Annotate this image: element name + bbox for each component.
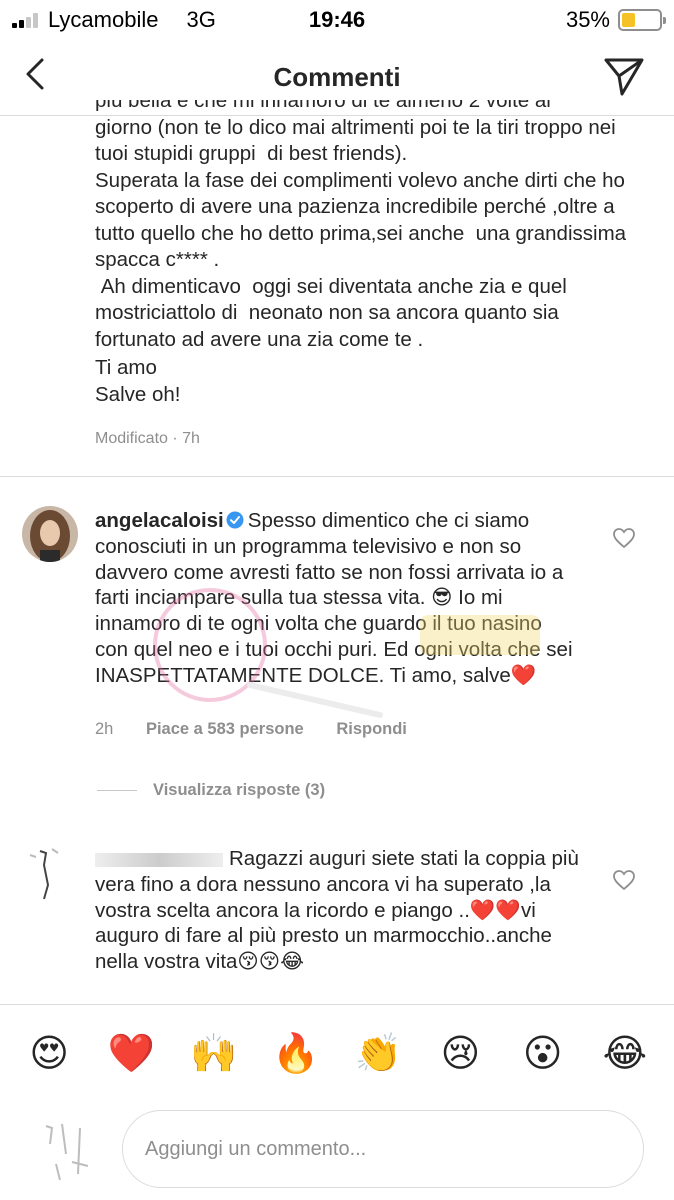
post-caption: più bella e che mi innamoro di te almeno… xyxy=(95,100,635,450)
verified-badge-icon xyxy=(226,511,244,529)
caption-line: più bella e che mi innamoro di te almeno… xyxy=(95,100,551,112)
like-comment-button[interactable] xyxy=(612,526,636,550)
comment-input-row xyxy=(0,1102,674,1200)
caption-meta: Modificato · 7h xyxy=(95,430,200,447)
comment-time: 2h xyxy=(95,720,114,738)
user-avatar xyxy=(45,1123,89,1181)
emoji-laughing-button[interactable]: 😂 xyxy=(595,1031,655,1076)
comment-meta: 2h Piace a 583 persone Rispondi xyxy=(95,720,435,739)
caption-paragraph: giorno (non te lo dico mai altrimenti po… xyxy=(95,115,622,166)
battery-fill xyxy=(622,13,635,27)
direct-send-icon xyxy=(604,58,644,96)
divider xyxy=(0,476,674,477)
emoji-quick-bar: 😍 ❤️ 🙌 🔥 👏 😢 😮 😂 xyxy=(0,1004,674,1102)
emoji-heart-button[interactable]: ❤️ xyxy=(101,1032,161,1076)
emoji-raised-hands-button[interactable]: 🙌 xyxy=(184,1032,244,1076)
emoji-clap-button[interactable]: 👏 xyxy=(348,1032,408,1076)
comment-text: Ragazzi auguri siete stati la coppia più… xyxy=(95,846,580,975)
heart-outline-icon xyxy=(613,870,635,891)
status-right: 35% xyxy=(565,7,666,33)
status-bar: Lycamobile 3G 19:46 35% xyxy=(0,0,674,38)
emoji-surprised-button[interactable]: 😮 xyxy=(513,1031,573,1076)
comment-username[interactable]: angelacaloisi xyxy=(95,509,224,532)
view-replies-button[interactable]: Visualizza risposte (3) xyxy=(97,781,325,800)
reply-button[interactable]: Rispondi xyxy=(336,720,407,738)
avatar-image xyxy=(22,506,78,562)
caption-paragraph: Salve oh! xyxy=(95,382,181,406)
comment-text: angelacaloisi Spesso dimentico che ci sia… xyxy=(95,508,580,689)
username-blurred xyxy=(95,852,223,867)
battery-percent: 35% xyxy=(565,7,610,32)
comment-body: Spesso dimentico che ci siamo conosciuti… xyxy=(95,509,573,687)
heart-outline-icon xyxy=(613,528,635,549)
share-button[interactable] xyxy=(602,54,646,98)
emoji-fire-button[interactable]: 🔥 xyxy=(266,1032,326,1076)
avatar[interactable] xyxy=(22,845,78,901)
avatar[interactable] xyxy=(22,506,78,562)
caption-paragraph: Superata la fase dei complimenti volevo … xyxy=(95,168,632,272)
avatar-image xyxy=(29,848,59,900)
page-title: Commenti xyxy=(273,62,401,92)
replies-line xyxy=(97,790,137,791)
battery-icon xyxy=(618,9,666,31)
like-comment-button[interactable] xyxy=(612,868,636,892)
view-replies-label: Visualizza risposte (3) xyxy=(153,781,326,799)
emoji-heart-eyes-button[interactable]: 😍 xyxy=(19,1031,79,1076)
caption-paragraph: Ah dimenticavo oggi sei diventata anche … xyxy=(95,274,573,351)
comment-input[interactable] xyxy=(122,1110,644,1188)
comment-likes-link[interactable]: Piace a 583 persone xyxy=(146,720,304,738)
caption-paragraph: Ti amo xyxy=(95,356,157,379)
emoji-crying-button[interactable]: 😢 xyxy=(430,1031,490,1076)
